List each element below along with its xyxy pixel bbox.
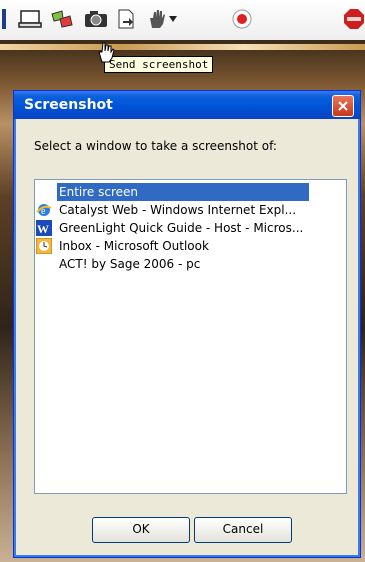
export-icon[interactable] (112, 6, 140, 32)
close-icon (338, 101, 348, 111)
cancel-button[interactable]: Cancel (194, 517, 292, 543)
list-item-label: Entire screen (57, 183, 309, 201)
screenshot-dialog: Screenshot Select a window to take a scr… (13, 90, 361, 558)
record-icon[interactable] (228, 6, 256, 32)
camera-icon[interactable] (82, 6, 110, 32)
list-item-label: Catalyst Web - Windows Internet Expl... (59, 203, 297, 217)
svg-text:W: W (37, 222, 49, 236)
send-screenshot-tooltip: Send screenshot (104, 56, 214, 73)
hand-cursor-icon (96, 40, 116, 67)
dialog-title: Screenshot (24, 97, 113, 113)
list-item-label: GreenLight Quick Guide - Host - Micros..… (59, 221, 304, 235)
outlook-icon (35, 237, 53, 255)
desktop-icon[interactable] (16, 6, 44, 32)
internet-explorer-icon: e (36, 202, 52, 218)
word-icon: W (36, 220, 52, 236)
hand-tool-dropdown[interactable] (142, 6, 182, 32)
stop-icon[interactable] (340, 6, 365, 32)
toolbar-edge (0, 6, 8, 32)
dialog-titlebar[interactable]: Screenshot (14, 91, 360, 119)
close-button[interactable] (332, 95, 354, 117)
photo-rim (0, 44, 365, 50)
ok-button[interactable]: OK (92, 517, 190, 543)
window-listbox[interactable]: Entire screen e Catalyst Web - Windows I… (34, 179, 347, 494)
share-icon[interactable] (48, 6, 76, 32)
svg-text:e: e (41, 206, 46, 217)
hand-icon (150, 10, 165, 28)
chevron-down-icon (169, 16, 177, 22)
top-toolbar (0, 0, 365, 40)
list-item-label: ACT! by Sage 2006 - pc (59, 257, 201, 271)
list-item-label: Inbox - Microsoft Outlook (59, 239, 209, 253)
dialog-prompt: Select a window to take a screenshot of: (34, 139, 277, 153)
